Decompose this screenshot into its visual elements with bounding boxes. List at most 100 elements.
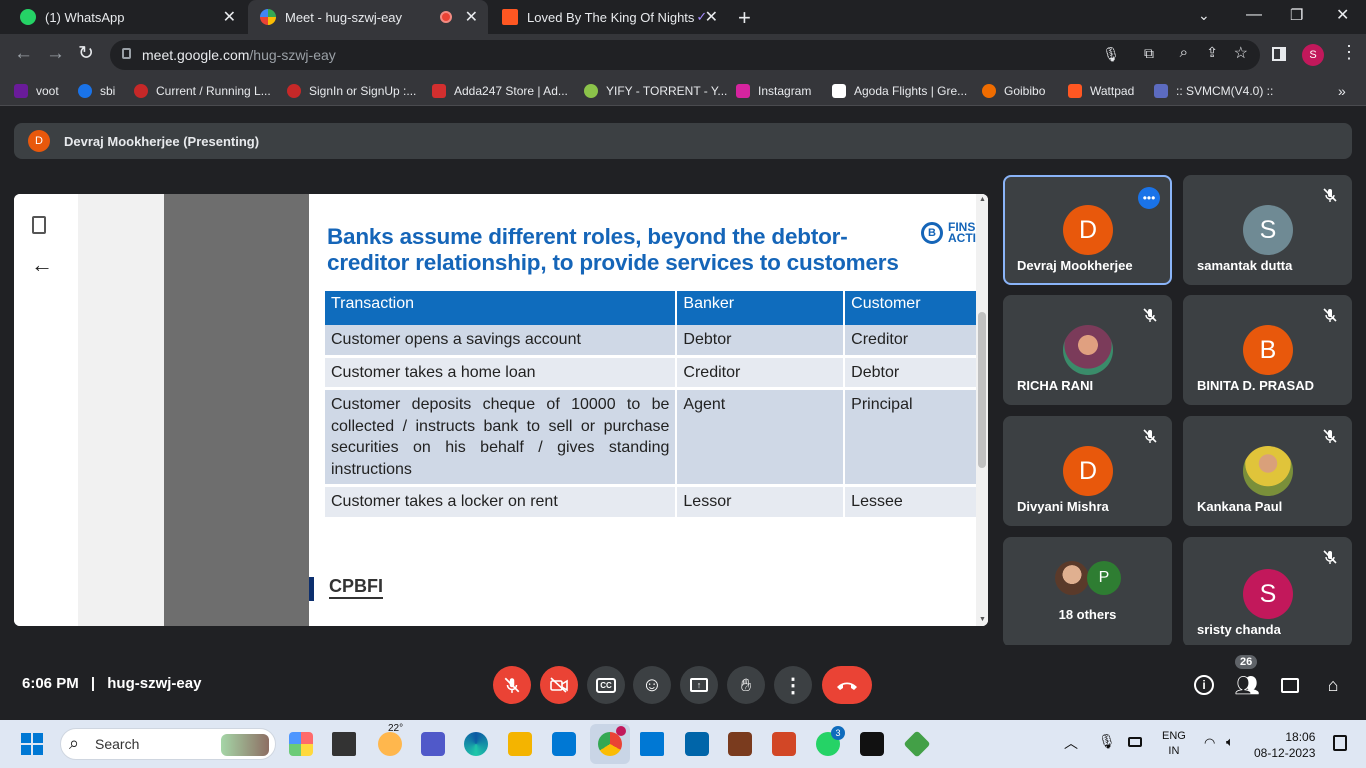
taskbar-search[interactable]: ⌕ Search bbox=[60, 728, 276, 760]
input-language[interactable]: ENG IN bbox=[1162, 729, 1186, 759]
show-hidden-icons-chevron[interactable]: ︿ bbox=[1064, 733, 1078, 753]
whatsapp-icon[interactable]: 3 bbox=[816, 726, 845, 756]
table-row: Customer opens a savings account Debtor … bbox=[325, 325, 988, 358]
people-icon: 👥︎ bbox=[1234, 674, 1260, 697]
bookmark-label: :: SVMCM(V4.0) :: bbox=[1176, 84, 1274, 98]
profile-avatar[interactable]: S bbox=[1302, 44, 1324, 66]
cell-customer: Creditor bbox=[844, 325, 988, 358]
leave-call-button[interactable] bbox=[822, 666, 872, 704]
participant-tile[interactable]: S sristy chanda bbox=[1183, 537, 1352, 647]
present-button[interactable]: ↑ bbox=[680, 666, 718, 704]
reactions-button[interactable]: ☺ bbox=[633, 666, 671, 704]
bookmark-goibibo[interactable]: Goibibo bbox=[982, 82, 1045, 100]
close-tab-icon[interactable]: ✕ bbox=[465, 7, 478, 27]
participant-name: samantak dutta bbox=[1197, 258, 1293, 273]
terminal-icon[interactable] bbox=[860, 732, 884, 756]
more-bookmarks-icon[interactable]: » bbox=[1338, 82, 1346, 100]
others-tile[interactable]: P 18 others bbox=[1003, 537, 1172, 647]
vscode-icon[interactable] bbox=[685, 732, 709, 756]
close-window-icon[interactable]: ✕ bbox=[1336, 5, 1349, 25]
people-button[interactable]: 👥︎ 26 bbox=[1231, 655, 1263, 701]
chat-button[interactable] bbox=[1274, 669, 1306, 701]
header-customer: Customer bbox=[844, 291, 988, 325]
tab-wattpad[interactable]: Loved By The King Of Nights ✓ ✕ bbox=[490, 0, 728, 34]
captions-button[interactable]: CC bbox=[587, 666, 625, 704]
open-in-new-icon[interactable]: ⧉ bbox=[1144, 45, 1154, 62]
participant-tile[interactable]: D ••• Devraj Mookherjee bbox=[1003, 175, 1172, 285]
camera-toggle-button[interactable] bbox=[540, 666, 578, 704]
volume-icon[interactable]: 🔈︎ bbox=[1226, 734, 1234, 750]
others-label: 18 others bbox=[1058, 607, 1117, 622]
bookmark-agoda[interactable]: Agoda Flights | Gre... bbox=[832, 82, 967, 100]
forward-icon[interactable]: → bbox=[46, 43, 65, 65]
mic-tray-icon[interactable]: 🎙︎ bbox=[1098, 733, 1116, 750]
wifi-icon[interactable]: ◠ bbox=[1204, 735, 1215, 751]
minimize-icon[interactable]: — bbox=[1246, 6, 1262, 24]
cell-customer: Debtor bbox=[844, 356, 988, 390]
game-icon[interactable] bbox=[728, 732, 752, 756]
close-tab-icon[interactable]: ✕ bbox=[705, 7, 718, 27]
edge-icon[interactable] bbox=[464, 732, 488, 756]
participant-tile[interactable]: S samantak dutta bbox=[1183, 175, 1352, 285]
bookmark-voot[interactable]: voot bbox=[14, 82, 59, 100]
more-options-button[interactable]: ⋮ bbox=[774, 666, 812, 704]
tab-whatsapp[interactable]: (1) WhatsApp ✕ bbox=[8, 0, 246, 34]
scrollbar[interactable]: ▲ ▼ bbox=[976, 194, 988, 626]
scrollbar-thumb[interactable] bbox=[978, 312, 986, 468]
weather-icon[interactable]: 22° bbox=[378, 723, 403, 756]
zoom-icon[interactable]: ⌕ bbox=[1180, 44, 1188, 61]
menu-icon[interactable]: ⋮ bbox=[1340, 42, 1358, 63]
more-options-icon[interactable]: ••• bbox=[1138, 187, 1160, 209]
file-explorer-icon[interactable] bbox=[508, 732, 532, 756]
cell-banker: Debtor bbox=[676, 325, 846, 358]
bookmark-adda247[interactable]: Adda247 Store | Ad... bbox=[432, 82, 568, 100]
bookmark-star-icon[interactable]: ☆ bbox=[1234, 43, 1248, 63]
participant-tile[interactable]: Kankana Paul bbox=[1183, 416, 1352, 526]
bookmark-wattpad[interactable]: Wattpad bbox=[1068, 82, 1134, 100]
bookmark-current-running[interactable]: Current / Running L... bbox=[134, 82, 271, 100]
tab-meet[interactable]: Meet - hug-szwj-eay ✕ bbox=[248, 0, 488, 34]
tab-search-chevron-icon[interactable]: ⌄ bbox=[1198, 7, 1210, 24]
bookmark-signin[interactable]: SignIn or SignUp :... bbox=[287, 82, 416, 100]
windows-start-icon[interactable] bbox=[21, 733, 43, 755]
bookmark-sbi[interactable]: sbi bbox=[78, 82, 115, 100]
side-panel-icon[interactable] bbox=[1272, 47, 1286, 61]
teams-icon[interactable] bbox=[421, 732, 445, 756]
scroll-up-icon[interactable]: ▲ bbox=[979, 196, 986, 203]
copilot-icon[interactable] bbox=[289, 732, 313, 756]
raise-hand-button[interactable]: ✋︎ bbox=[727, 666, 765, 704]
weather-temp: 22° bbox=[388, 723, 404, 734]
chrome-taskbar-button[interactable] bbox=[590, 724, 630, 764]
scroll-down-icon[interactable]: ▼ bbox=[979, 616, 986, 623]
bookmark-instagram[interactable]: Instagram bbox=[736, 82, 811, 100]
task-view-icon[interactable] bbox=[332, 732, 356, 756]
mic-toggle-button[interactable] bbox=[493, 666, 531, 704]
address-bar[interactable]: meet.google.com/hug-szwj-eay 🎙︎ ⧉ ⌕ ⇪ ☆ bbox=[110, 40, 1260, 70]
restore-icon[interactable]: ❐ bbox=[1290, 6, 1303, 24]
mic-icon[interactable]: 🎙︎ bbox=[1102, 46, 1120, 63]
notifications-icon[interactable] bbox=[1333, 735, 1347, 751]
back-icon[interactable]: ← bbox=[14, 43, 33, 65]
participant-tile[interactable]: RICHA RANI bbox=[1003, 295, 1172, 405]
back-arrow-icon[interactable]: ← bbox=[31, 252, 53, 278]
node-icon[interactable] bbox=[903, 730, 931, 758]
mail-icon[interactable] bbox=[552, 732, 576, 756]
share-icon[interactable]: ⇪ bbox=[1206, 44, 1218, 61]
powerpoint-icon[interactable] bbox=[772, 732, 796, 756]
pdf-file-icon[interactable] bbox=[32, 216, 46, 234]
blocked-site-icon bbox=[287, 84, 301, 98]
activities-button[interactable]: ⌂ bbox=[1317, 669, 1349, 701]
close-tab-icon[interactable]: ✕ bbox=[223, 7, 236, 27]
new-tab-icon[interactable]: + bbox=[738, 5, 751, 31]
bookmark-yify[interactable]: YIFY - TORRENT - Y... bbox=[584, 82, 727, 100]
reload-icon[interactable]: ↻ bbox=[78, 42, 94, 65]
keyboard-icon[interactable] bbox=[1128, 737, 1142, 747]
meeting-details-button[interactable]: i bbox=[1188, 669, 1220, 701]
bookmark-svmcm[interactable]: :: SVMCM(V4.0) :: bbox=[1154, 82, 1273, 100]
chat-icon bbox=[1281, 677, 1299, 693]
system-clock[interactable]: 18:06 08-12-2023 bbox=[1254, 729, 1315, 761]
participant-tile[interactable]: D Divyani Mishra bbox=[1003, 416, 1172, 526]
participant-tile[interactable]: B BINITA D. PRASAD bbox=[1183, 295, 1352, 405]
blocked-site-icon bbox=[134, 84, 148, 98]
remote-desktop-icon[interactable] bbox=[640, 732, 664, 756]
